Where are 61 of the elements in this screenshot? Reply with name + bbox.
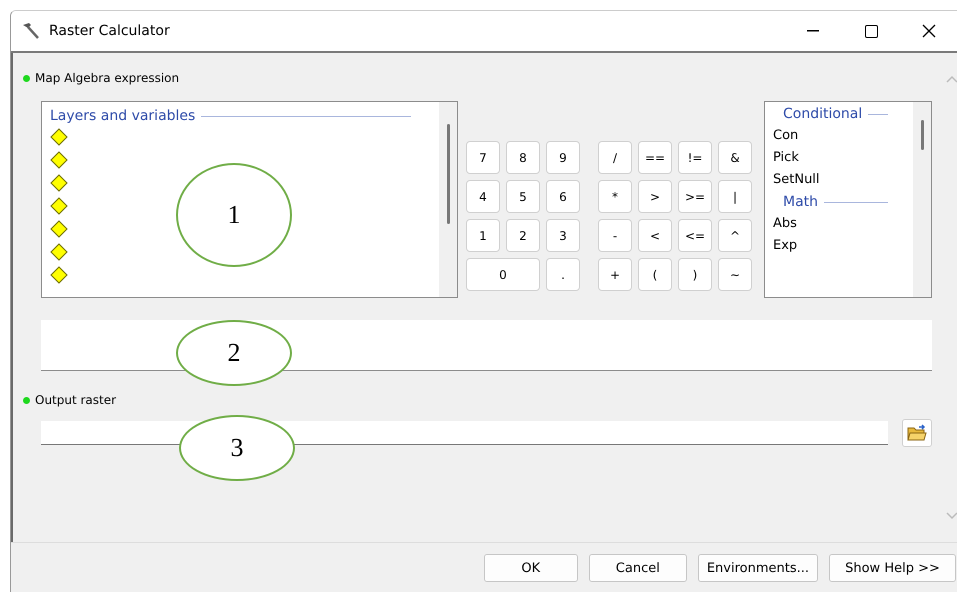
calculator-key[interactable]: - [598, 219, 632, 252]
calculator-key[interactable]: >= [678, 180, 712, 213]
raster-layer-icon[interactable] [50, 220, 68, 238]
hammer-icon [21, 22, 41, 40]
close-icon [922, 24, 936, 38]
required-icon [23, 74, 30, 82]
calculator-key[interactable]: == [638, 141, 672, 174]
calculator-key[interactable]: != [678, 141, 712, 174]
calculator-key[interactable]: 3 [546, 219, 580, 252]
function-item[interactable]: Pick [773, 150, 913, 165]
function-item[interactable]: SetNull [773, 172, 913, 187]
expression-field[interactable] [41, 320, 932, 371]
calculator-key[interactable]: 6 [546, 180, 580, 213]
calculator-key[interactable]: / [598, 141, 632, 174]
field-label: Map Algebra expression [35, 71, 180, 85]
calculator-key[interactable]: | [718, 180, 752, 213]
browse-button[interactable] [902, 419, 932, 447]
folder-icon [907, 424, 927, 442]
maximize-icon [864, 24, 878, 38]
dialog-button[interactable]: Show Help >> [829, 554, 956, 582]
raster-layer-icon[interactable] [50, 197, 68, 215]
list-header: Conditional [783, 106, 862, 122]
window-title: Raster Calculator [49, 23, 171, 39]
calculator-key[interactable]: ^ [718, 219, 752, 252]
minimize-icon [807, 30, 819, 32]
calculator-key[interactable]: 9 [546, 141, 580, 174]
calculator-key[interactable]: 0 [466, 258, 540, 291]
calculator-key[interactable]: ( [638, 258, 672, 291]
calculator-key[interactable]: 1 [466, 219, 500, 252]
calculator-key[interactable]: ) [678, 258, 712, 291]
dialog-button[interactable]: Environments... [698, 554, 818, 582]
calculator-key[interactable]: . [546, 258, 580, 291]
dialog-button[interactable]: OK [484, 554, 578, 582]
calculator-key[interactable]: < [638, 219, 672, 252]
scrollbar-thumb[interactable] [920, 120, 924, 150]
calculator-key[interactable]: <= [678, 219, 712, 252]
raster-layer-icon[interactable] [50, 128, 68, 146]
raster-layer-icon[interactable] [50, 243, 68, 261]
calculator-key[interactable]: ~ [718, 258, 752, 291]
function-item[interactable]: Abs [773, 216, 913, 231]
functions-list[interactable]: Conditional Con Pick SetNull Math Abs Exp [764, 101, 932, 298]
dialog-button[interactable]: Cancel [588, 554, 687, 582]
raster-layer-icon[interactable] [50, 151, 68, 169]
function-item[interactable]: Exp [773, 238, 913, 253]
calculator-key[interactable]: & [718, 141, 752, 174]
calculator-key[interactable]: 7 [466, 141, 500, 174]
raster-layer-icon[interactable] [50, 266, 68, 284]
scrollbar-thumb[interactable] [446, 124, 450, 224]
calculator-key[interactable]: 2 [506, 219, 540, 252]
calculator-key[interactable]: 5 [506, 180, 540, 213]
calculator-key[interactable]: + [598, 258, 632, 291]
calculator-key[interactable]: 8 [506, 141, 540, 174]
function-item[interactable]: Con [773, 128, 913, 143]
raster-layer-icon[interactable] [50, 174, 68, 192]
calculator-key[interactable]: * [598, 180, 632, 213]
calculator-key[interactable]: 4 [466, 180, 500, 213]
calculator-key[interactable]: > [638, 180, 672, 213]
list-header: Math [783, 194, 818, 210]
field-label: Output raster [35, 393, 116, 407]
list-header: Layers and variables [50, 108, 196, 124]
required-icon [23, 396, 30, 404]
